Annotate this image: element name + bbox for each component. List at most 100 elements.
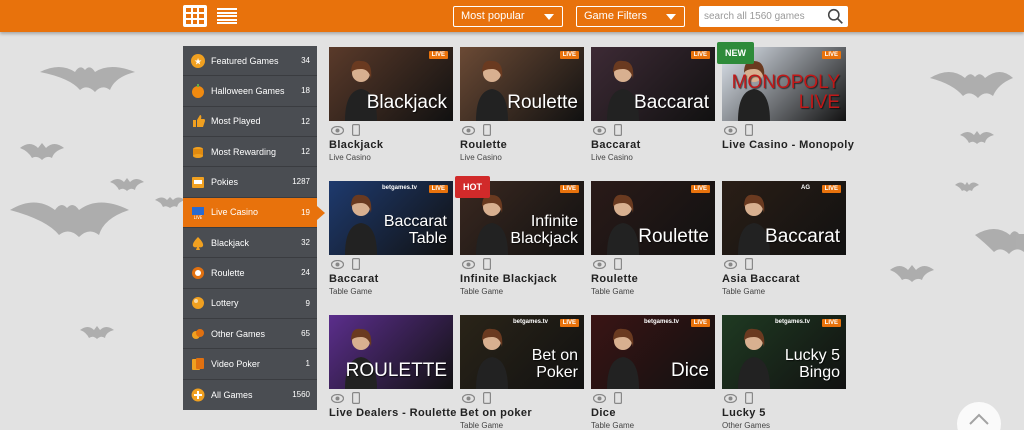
eye-icon[interactable] xyxy=(724,393,737,403)
game-card[interactable]: HOT LIVE Infinite Blackjack Infinite Blackj… xyxy=(455,176,584,297)
game-filters-dropdown[interactable]: Game Filters xyxy=(576,6,685,27)
sort-dropdown[interactable]: Most popular xyxy=(453,6,563,27)
game-thumbnail[interactable]: LIVE Blackjack xyxy=(329,47,453,121)
svg-text:LIVE: LIVE xyxy=(194,215,203,219)
new-badge: NEW xyxy=(717,42,754,64)
game-thumbnail[interactable]: LIVE Roulette xyxy=(591,181,715,255)
game-thumbnail[interactable]: betgames.tv LIVE Baccarat Table xyxy=(329,181,453,255)
game-name[interactable]: Blackjack xyxy=(329,139,453,152)
game-name[interactable]: Asia Baccarat xyxy=(722,273,846,286)
game-thumbnail[interactable]: betgames.tv LIVE Bet on Poker xyxy=(460,315,584,389)
game-thumbnail[interactable]: LIVE Roulette xyxy=(460,47,584,121)
mobile-icon xyxy=(483,392,491,404)
game-card[interactable]: NEW LIVE MONOPOLY LIVE Live Casino - Monopo… xyxy=(717,42,854,152)
game-thumbnail[interactable]: LIVE Baccarat xyxy=(591,47,715,121)
game-name[interactable]: Live Casino - Monopoly xyxy=(722,139,854,152)
game-name[interactable]: Roulette xyxy=(591,273,715,286)
grid-cell xyxy=(192,20,198,24)
list-view-button[interactable] xyxy=(215,5,239,27)
sidebar-item[interactable]: All Games 1560 xyxy=(183,380,317,410)
game-card[interactable]: ROULETTE Live Dealers - Roulette xyxy=(329,315,456,420)
mobile-icon xyxy=(614,124,622,136)
eye-icon[interactable] xyxy=(724,259,737,269)
mobile-icon xyxy=(745,124,753,136)
top-bar: Most popular Game Filters xyxy=(0,0,1024,32)
game-name[interactable]: Lucky 5 xyxy=(722,407,846,420)
sidebar-item-count: 12 xyxy=(301,147,310,157)
sidebar-item-count: 12 xyxy=(301,116,310,126)
game-card[interactable]: LIVE Roulette Roulette Table Game xyxy=(591,181,715,297)
game-meta-icons xyxy=(329,389,453,407)
chevron-up-icon xyxy=(969,413,989,425)
sidebar-item-count: 34 xyxy=(301,56,310,66)
thumbnail-title: Bet on Poker xyxy=(531,347,578,381)
search-input[interactable] xyxy=(699,6,819,27)
sidebar-item[interactable]: ★ Featured Games 34 xyxy=(183,46,317,77)
roulette-icon xyxy=(192,266,204,279)
game-meta-icons xyxy=(460,121,584,139)
game-card[interactable]: LIVE Roulette Roulette Live Casino xyxy=(460,47,584,163)
sidebar-item[interactable]: Most Rewarding 12 xyxy=(183,137,317,168)
game-card[interactable]: betgames.tv LIVE Bet on Poker Bet on poker T… xyxy=(460,315,584,430)
svg-text:★: ★ xyxy=(194,57,202,67)
sidebar-item[interactable]: Roulette 24 xyxy=(183,258,317,289)
sidebar-item-count: 1287 xyxy=(292,177,310,187)
dealer-figure xyxy=(607,194,639,255)
eye-icon[interactable] xyxy=(331,125,344,135)
live-tv-icon: LIVE xyxy=(192,207,204,219)
game-filters-label: Game Filters xyxy=(584,10,647,22)
sidebar-item-count: 1560 xyxy=(292,390,310,400)
sidebar-item[interactable]: LIVE Live Casino 19 xyxy=(183,197,325,228)
game-thumbnail[interactable]: AG LIVE Baccarat xyxy=(722,181,846,255)
game-meta-icons xyxy=(722,255,846,273)
sidebar-item-label: Live Casino xyxy=(211,207,259,218)
thumbnail-title: Baccarat xyxy=(634,92,709,113)
game-thumbnail[interactable]: betgames.tv LIVE Lucky 5 Bingo xyxy=(722,315,846,389)
game-card[interactable]: betgames.tv LIVE Dice Dice Table Game xyxy=(591,315,715,430)
game-card[interactable]: betgames.tv LIVE Baccarat Table Baccarat Tab… xyxy=(329,181,453,297)
eye-icon[interactable] xyxy=(462,393,475,403)
slot-machine-icon xyxy=(192,176,204,188)
game-card[interactable]: LIVE Blackjack Blackjack Live Casino xyxy=(329,47,453,163)
game-thumbnail[interactable]: betgames.tv LIVE Dice xyxy=(591,315,715,389)
sidebar-item[interactable]: Other Games 65 xyxy=(183,319,317,350)
dealer-figure xyxy=(476,194,508,255)
sidebar-item[interactable]: Pokies 1287 xyxy=(183,167,317,198)
sidebar-item[interactable]: Blackjack 32 xyxy=(183,228,317,259)
game-card[interactable]: AG LIVE Baccarat Asia Baccarat Table Game xyxy=(722,181,846,297)
mobile-icon xyxy=(614,258,622,270)
game-name[interactable]: Dice xyxy=(591,407,715,420)
game-card[interactable]: betgames.tv LIVE Lucky 5 Bingo Lucky 5 Other… xyxy=(722,315,846,430)
game-category: Table Game xyxy=(722,287,766,296)
eye-icon[interactable] xyxy=(724,125,737,135)
sidebar-item[interactable]: Video Poker 1 xyxy=(183,349,317,380)
sidebar-item[interactable]: Lottery 9 xyxy=(183,289,317,319)
eye-icon[interactable] xyxy=(593,125,606,135)
scroll-to-top-button[interactable] xyxy=(957,402,1001,430)
eye-icon[interactable] xyxy=(331,259,344,269)
sidebar-item-count: 24 xyxy=(301,268,310,278)
game-name[interactable]: Live Dealers - Roulette xyxy=(329,407,456,420)
grid-view-button[interactable] xyxy=(183,5,207,27)
eye-icon[interactable] xyxy=(593,259,606,269)
sidebar-item[interactable]: Most Played 12 xyxy=(183,107,317,137)
eye-icon[interactable] xyxy=(331,393,344,403)
live-badge: LIVE xyxy=(559,51,579,59)
grid-cell xyxy=(186,8,191,12)
game-name[interactable]: Infinite Blackjack xyxy=(460,273,584,286)
search-icon[interactable] xyxy=(827,8,844,25)
sidebar-item[interactable]: Halloween Games 18 xyxy=(183,76,317,107)
star-icon: ★ xyxy=(191,53,205,68)
eye-icon[interactable] xyxy=(462,125,475,135)
eye-icon[interactable] xyxy=(462,259,475,269)
game-thumbnail[interactable]: ROULETTE xyxy=(329,315,453,389)
game-name[interactable]: Baccarat xyxy=(329,273,453,286)
game-category: Live Casino xyxy=(329,153,371,162)
eye-icon[interactable] xyxy=(593,393,606,403)
game-name[interactable]: Roulette xyxy=(460,139,584,152)
game-name[interactable]: Baccarat xyxy=(591,139,715,152)
live-badge: LIVE xyxy=(428,51,448,59)
dealer-figure xyxy=(476,60,508,121)
game-card[interactable]: LIVE Baccarat Baccarat Live Casino xyxy=(591,47,715,163)
game-name[interactable]: Bet on poker xyxy=(460,407,584,420)
